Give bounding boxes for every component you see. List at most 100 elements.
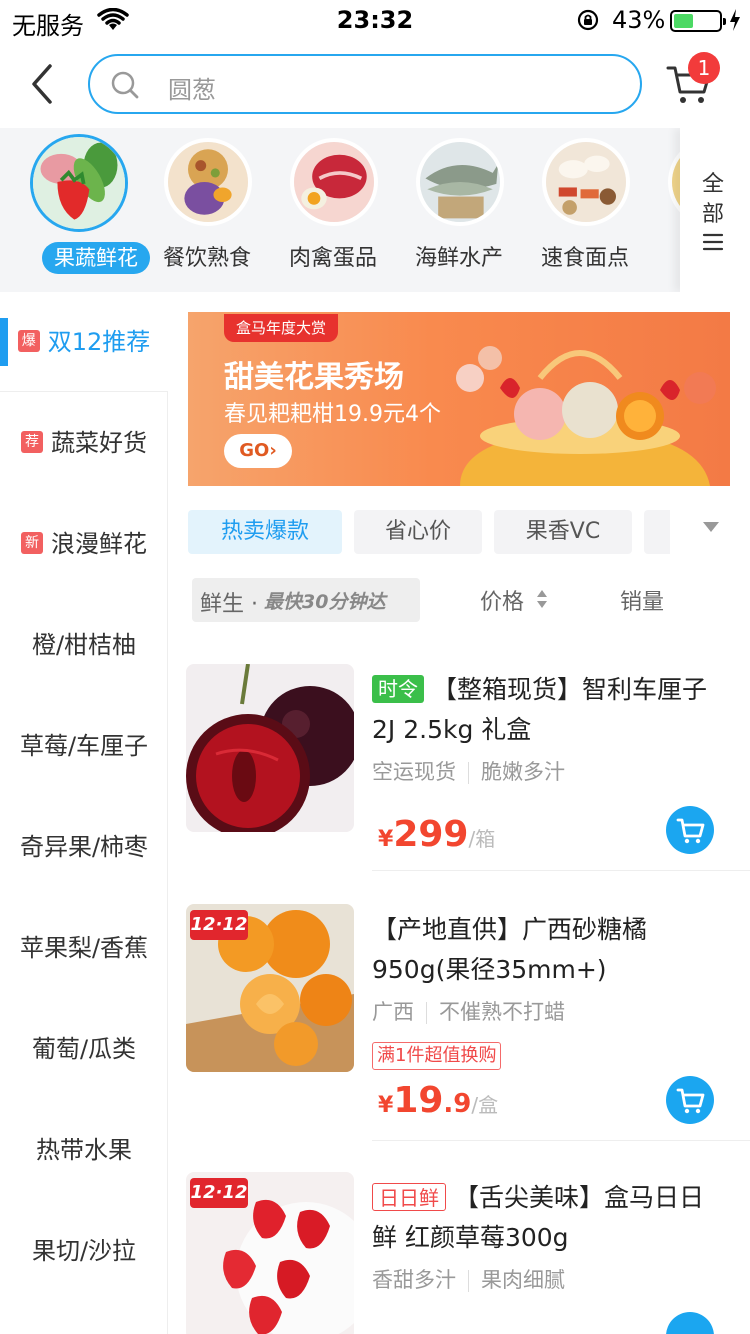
sidebar-item[interactable]: 荐蔬菜好货 (0, 393, 168, 493)
battery-icon (670, 10, 726, 32)
banner-title: 甜美花果秀场 (224, 360, 404, 395)
search-input[interactable]: 圆葱 (88, 54, 642, 114)
category-label: 餐饮熟食 (162, 246, 251, 271)
price-integer: 299 (393, 814, 469, 855)
expand-tabs-icon[interactable] (702, 520, 720, 534)
category-meat-eggs[interactable]: 肉禽蛋品 (268, 134, 398, 284)
sort-bar: 鲜生 · 最快30分钟达 价格 销量 (188, 576, 730, 624)
product-flag-daily-fresh: 日日鲜 (372, 1183, 446, 1211)
cart-plus-icon (676, 1088, 705, 1114)
sidebar-item-label: 双12推荐 (47, 328, 151, 356)
product-title: 【产地直供】广西砂糖橘950g(果径35mm+) (372, 910, 728, 990)
product-price: ¥19.9/盒 (378, 1080, 498, 1121)
sale-1212-badge: 12·12 (190, 910, 248, 940)
product-title: 时令 【整箱现货】智利车厘子 2J 2.5kg 礼盒 (372, 670, 728, 750)
delivery-badge-label: 鲜生 · (200, 592, 258, 617)
sidebar-item-label: 蔬菜好货 (51, 429, 147, 457)
cart-count-badge: 1 (688, 52, 720, 84)
category-image (290, 138, 378, 226)
product-attributes: 空运现货 脆嫩多汁 (372, 756, 565, 786)
sidebar-item[interactable]: 爆双12推荐 (0, 292, 168, 392)
status-bar: 无服务 23:32 43% (0, 0, 750, 42)
delivery-filter-badge[interactable]: 鲜生 · 最快30分钟达 (192, 578, 420, 622)
product-card[interactable]: 时令 【整箱现货】智利车厘子 2J 2.5kg 礼盒 空运现货 脆嫩多汁 ¥299/… (168, 664, 750, 871)
tab-hot-sale[interactable]: 热卖爆款 (188, 510, 342, 554)
add-to-cart-button[interactable] (666, 1312, 714, 1334)
sidebar-item[interactable]: 苹果梨/香蕉 (0, 898, 168, 998)
sidebar-item[interactable]: 新浪漫鲜花 (0, 494, 168, 594)
sidebar-item-label: 果切/沙拉 (31, 1237, 137, 1265)
product-card[interactable]: 12·12 日日鲜 【舌尖美味】盒马日日鲜 红颜草莓300g 香甜多汁 果肉细腻 (168, 1172, 750, 1334)
top-nav: 圆葱 1 (0, 42, 750, 128)
product-attributes: 广西 不催熟不打蜡 (372, 996, 565, 1026)
product-price: ¥299/箱 (378, 814, 495, 855)
search-placeholder: 圆葱 (168, 76, 216, 104)
sidebar-item[interactable]: 奇异果/柿枣 (0, 797, 168, 897)
sidebar-item-tag: 新 (21, 532, 43, 554)
sidebar-item[interactable]: 橙/柑桔柚 (0, 595, 168, 695)
tab-value-price[interactable]: 省心价 (354, 510, 482, 554)
filter-tabs: 热卖爆款 省心价 果香VC (188, 510, 670, 554)
sidebar-item-label: 苹果梨/香蕉 (19, 934, 149, 962)
sale-1212-badge: 12·12 (190, 1178, 248, 1208)
product-attr: 香甜多汁 (372, 1268, 456, 1292)
category-fruit-veg-flower[interactable]: 果蔬鲜花 (16, 134, 150, 284)
sidebar-item[interactable]: 果切/沙拉 (0, 1201, 168, 1301)
category-catering[interactable]: 餐饮熟食 (142, 134, 272, 284)
sidebar-item-tag: 爆 (17, 330, 40, 352)
banner-fruit-illustration (456, 346, 716, 486)
price-decimal: .9 (443, 1089, 472, 1119)
cart-plus-icon (676, 818, 705, 844)
sidebar-item[interactable]: 草莓/车厘子 (0, 696, 168, 796)
promo-banner[interactable]: 盒马年度大赏 甜美花果秀场 春见耙耙柑19.9元4个 GO› (188, 312, 730, 486)
hema-category-page: 无服务 23:32 43% 圆葱 1 果蔬鲜花 餐饮熟食 肉禽蛋品 海鲜水产 速… (0, 0, 750, 1334)
category-instant-food[interactable]: 速食面点 (520, 134, 650, 284)
category-label: 海鲜水产 (414, 246, 503, 271)
sidebar-item-label: 浪漫鲜花 (51, 530, 147, 558)
product-title-text: 【产地直供】广西砂糖橘950g(果径35mm+) (372, 915, 648, 984)
price-integer: 19 (393, 1080, 444, 1121)
product-attributes: 香甜多汁 果肉细腻 (372, 1264, 565, 1294)
category-strip: 果蔬鲜花 餐饮熟食 肉禽蛋品 海鲜水产 速食面点 全 部 (0, 128, 750, 292)
banner-go-button[interactable]: GO› (224, 434, 292, 468)
currency-symbol: ¥ (378, 1093, 394, 1118)
battery-percent: 43% (612, 6, 666, 34)
sidebar: 爆双12推荐荐蔬菜好货新浪漫鲜花 橙/柑桔柚 草莓/车厘子 奇异果/柿枣 苹果梨/香蕉葡… (0, 292, 168, 1334)
product-title: 日日鲜 【舌尖美味】盒马日日鲜 红颜草莓300g (372, 1178, 728, 1258)
product-flag-seasonal: 时令 (372, 675, 424, 703)
charging-bolt-icon (730, 9, 740, 31)
product-attr: 广西 (372, 1000, 414, 1024)
all-categories-button[interactable]: 全 部 (680, 128, 750, 292)
category-label: 肉禽蛋品 (288, 246, 377, 271)
sidebar-item[interactable]: 热带水果 (0, 1100, 168, 1200)
product-card[interactable]: 12·12 【产地直供】广西砂糖橘950g(果径35mm+) 广西 不催熟不打蜡 … (168, 904, 750, 1141)
add-to-cart-button[interactable] (666, 1076, 714, 1124)
promo-tag: 满1件超值换购 (372, 1042, 502, 1070)
category-image (416, 138, 504, 226)
sidebar-item-label: 奇异果/柿枣 (19, 833, 149, 861)
orientation-lock-icon (577, 9, 599, 31)
category-seafood[interactable]: 海鲜水产 (394, 134, 524, 284)
all-label-line1: 全 (702, 172, 725, 197)
add-to-cart-button[interactable] (666, 806, 714, 854)
category-image (542, 138, 630, 226)
category-image (164, 138, 252, 226)
product-image (186, 664, 354, 832)
product-image: 12·12 (186, 904, 354, 1072)
sort-by-price[interactable]: 价格 (480, 584, 524, 616)
sidebar-item-tag: 荐 (21, 431, 43, 453)
product-image: 12·12 (186, 1172, 354, 1334)
all-label-line2: 部 (702, 202, 725, 227)
menu-list-icon (702, 233, 724, 251)
sort-by-sales[interactable]: 销量 (620, 584, 664, 616)
tab-fruit-vc[interactable]: 果香VC (494, 510, 632, 554)
banner-subtitle: 春见耙耙柑19.9元4个 (224, 402, 441, 427)
back-arrow-icon[interactable] (26, 62, 58, 106)
price-unit: /盒 (471, 1093, 499, 1117)
sidebar-item-label: 橙/柑桔柚 (31, 631, 137, 659)
product-attr: 果肉细腻 (481, 1268, 565, 1292)
product-attr: 空运现货 (372, 760, 456, 784)
tab-more[interactable] (644, 510, 670, 554)
sidebar-item[interactable]: 葡萄/瓜类 (0, 999, 168, 1099)
sidebar-item-label: 草莓/车厘子 (19, 732, 149, 760)
